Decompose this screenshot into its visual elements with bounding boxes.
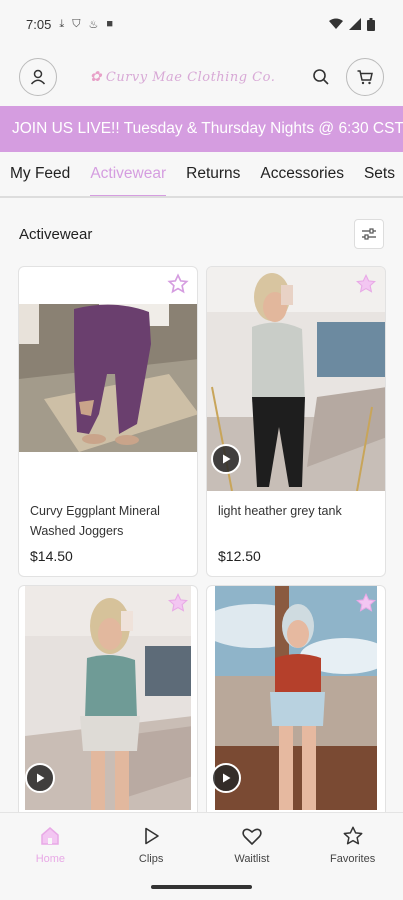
play-icon [37, 773, 45, 783]
nav-clips-label: Clips [138, 853, 164, 865]
tab-activewear[interactable]: Activewear [90, 152, 166, 196]
flower-icon: ✿ [89, 69, 102, 85]
filter-button[interactable] [354, 219, 384, 249]
battery-icon [367, 17, 375, 31]
search-icon [313, 69, 329, 85]
wifi-icon [329, 18, 343, 29]
section-title: Activewear [19, 225, 93, 243]
download-icon: ⤓ [59, 17, 65, 30]
live-announcement-banner[interactable]: JOIN US LIVE!! Tuesday & Thursday Nights… [0, 106, 403, 152]
product-name[interactable]: Curvy Eggplant Mineral Washed Joggers [30, 501, 187, 541]
shield-icon: ⛉ [72, 17, 81, 30]
banner-text: JOIN US LIVE!! Tuesday & Thursday Nights… [12, 120, 403, 137]
search-button[interactable] [308, 64, 334, 90]
tab-sets[interactable]: Sets [364, 152, 395, 196]
favorite-star-icon[interactable] [167, 273, 189, 295]
product-photo [19, 304, 197, 452]
tab-returns[interactable]: Returns [186, 152, 240, 196]
favorite-star-icon[interactable] [355, 273, 377, 295]
status-left: 7:05 ⤓ ⛉ ♨ ■ [26, 17, 113, 32]
favorite-star-icon[interactable] [355, 592, 377, 614]
header-actions [308, 58, 384, 96]
status-bar: 7:05 ⤓ ⛉ ♨ ■ [0, 0, 403, 48]
section-header: Activewear [0, 202, 403, 266]
heart-icon [242, 828, 262, 845]
product-card[interactable]: light heather grey tank $12.50 [206, 266, 386, 577]
logo-text: Curvy Mae Clothing Co. [105, 69, 276, 85]
play-icon [223, 773, 231, 783]
gesture-home-bar[interactable] [151, 885, 252, 889]
play-video-button[interactable] [211, 763, 241, 793]
nav-home[interactable]: Home [10, 825, 90, 900]
favorite-star-icon[interactable] [167, 592, 189, 614]
play-video-button[interactable] [25, 763, 55, 793]
play-outline-icon [145, 827, 159, 845]
category-tabs: My Feed Activewear Returns Accessories S… [0, 152, 403, 198]
sliders-icon [362, 228, 376, 240]
nav-home-label: Home [35, 853, 66, 865]
nav-favorites[interactable]: Favorites [313, 825, 393, 900]
status-right [329, 17, 375, 31]
play-video-button[interactable] [211, 444, 241, 474]
play-icon [223, 454, 231, 464]
cart-button[interactable] [345, 58, 384, 96]
product-grid: Curvy Eggplant Mineral Washed Joggers $1… [0, 266, 403, 896]
app-notification-icon: ■ [106, 18, 113, 30]
tab-my-feed[interactable]: My Feed [10, 152, 70, 196]
home-icon [41, 827, 60, 845]
nav-waitlist-label: Waitlist [234, 853, 270, 865]
star-outline-icon [343, 826, 363, 845]
account-button[interactable] [19, 58, 57, 96]
flame-icon: ♨ [88, 18, 99, 31]
nav-favorites-label: Favorites [330, 853, 376, 865]
app-header: ✿ Curvy Mae Clothing Co. [0, 48, 403, 106]
user-icon [30, 69, 46, 85]
product-name[interactable]: light heather grey tank [218, 501, 375, 521]
tab-accessories[interactable]: Accessories [260, 152, 344, 196]
product-image[interactable] [19, 304, 197, 452]
cart-icon [357, 70, 373, 85]
brand-logo[interactable]: ✿ Curvy Mae Clothing Co. [90, 69, 276, 85]
signal-icon [349, 18, 361, 30]
product-card[interactable]: Curvy Eggplant Mineral Washed Joggers $1… [18, 266, 198, 577]
product-price: $12.50 [218, 548, 261, 564]
product-price: $14.50 [30, 548, 73, 564]
status-time: 7:05 [26, 16, 52, 32]
